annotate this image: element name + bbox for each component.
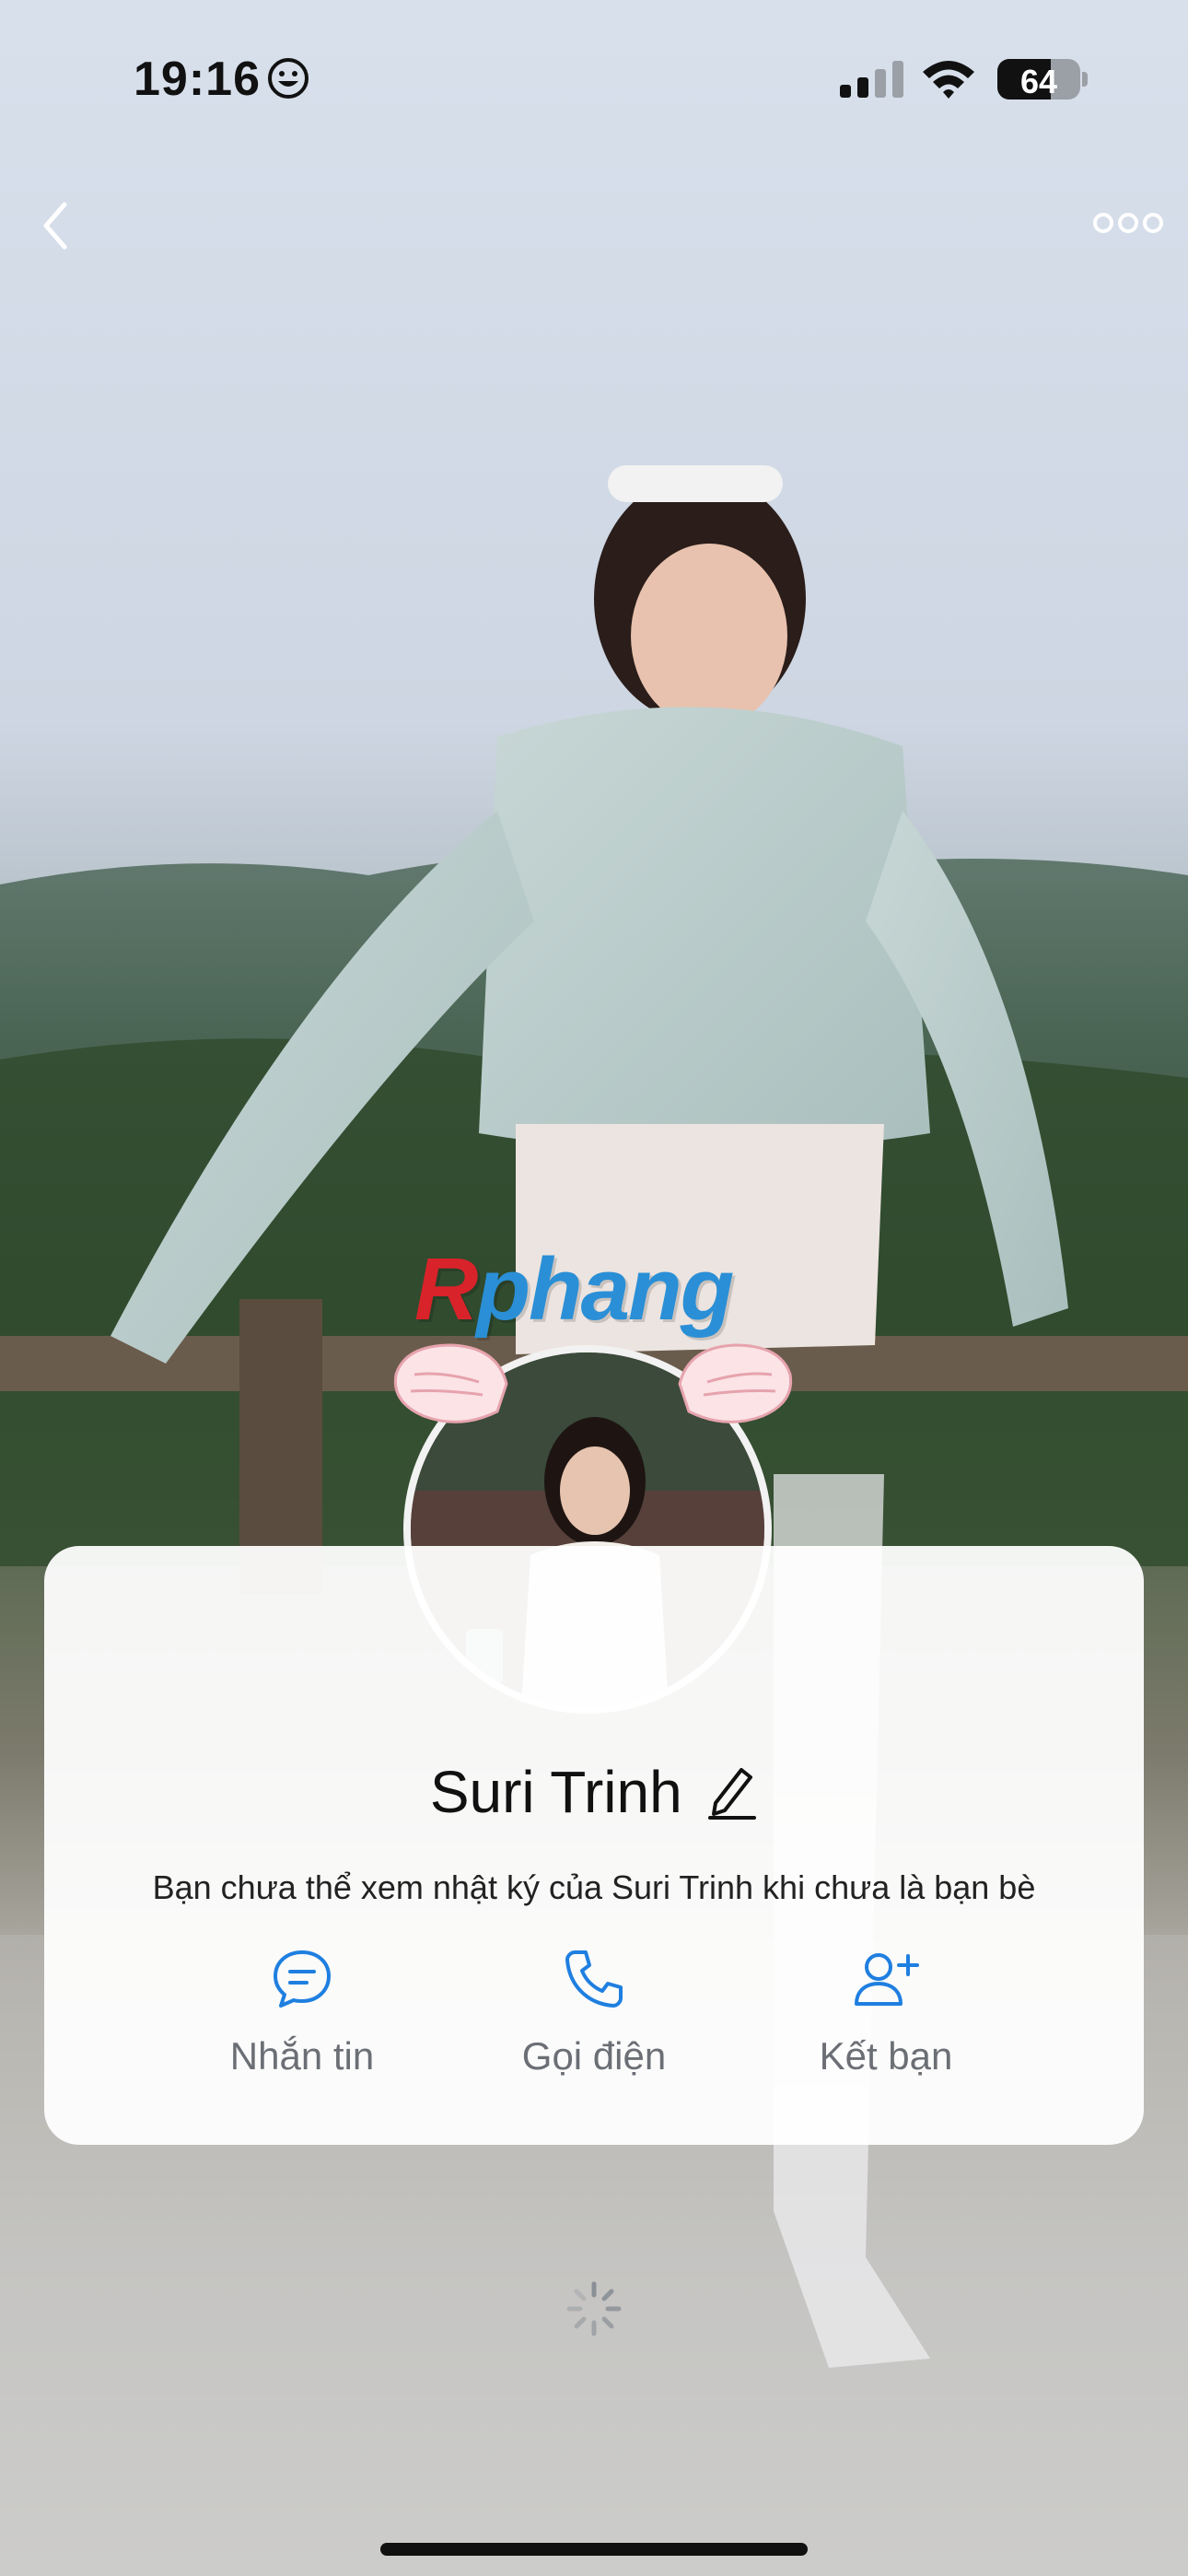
message-button[interactable]: Nhắn tin	[164, 1933, 440, 2078]
smiley-face-icon	[268, 58, 309, 99]
profile-card: Suri Trinh Bạn chưa thể xem nhật ký của …	[44, 1546, 1144, 2145]
chat-bubble-icon	[274, 1950, 331, 2008]
left-wing-icon	[393, 1343, 508, 1423]
watermark-logo: Rphang	[414, 1239, 734, 1341]
add-friend-icon	[855, 1953, 919, 2006]
call-button[interactable]: Gọi điện	[456, 1933, 732, 2078]
add-friend-button[interactable]: Kết bạn	[748, 1933, 1024, 2078]
cellular-signal-icon	[840, 61, 903, 98]
watermark-rest: phang	[476, 1240, 734, 1339]
battery-level: 64	[1019, 63, 1058, 100]
watermark-first-letter: R	[414, 1240, 478, 1339]
wifi-icon	[923, 61, 974, 99]
status-bar: 19:16 64	[0, 0, 1188, 157]
loading-spinner-icon	[566, 2281, 622, 2336]
action-bar: Nhắn tin Gọi điện Kết bạn	[44, 1933, 1144, 2117]
status-time: 19:16	[134, 53, 261, 106]
right-wing-icon	[678, 1343, 793, 1423]
home-indicator[interactable]	[380, 2543, 808, 2556]
name-row: Suri Trinh	[44, 1758, 1144, 1826]
more-options-button[interactable]	[1091, 203, 1165, 243]
battery-cap	[1082, 72, 1088, 87]
message-label: Nhắn tin	[229, 2034, 375, 2078]
diary-restriction-notice: Bạn chưa thể xem nhật ký của Suri Trinh …	[152, 1868, 1036, 1906]
call-label: Gọi điện	[521, 2034, 667, 2078]
add-friend-label: Kết bạn	[819, 2034, 953, 2078]
pencil-icon[interactable]	[706, 1762, 758, 1821]
phone-icon	[565, 1950, 623, 2008]
back-button[interactable]	[28, 193, 92, 258]
battery-indicator: 64	[997, 59, 1080, 100]
profile-name: Suri Trinh	[429, 1759, 682, 1825]
